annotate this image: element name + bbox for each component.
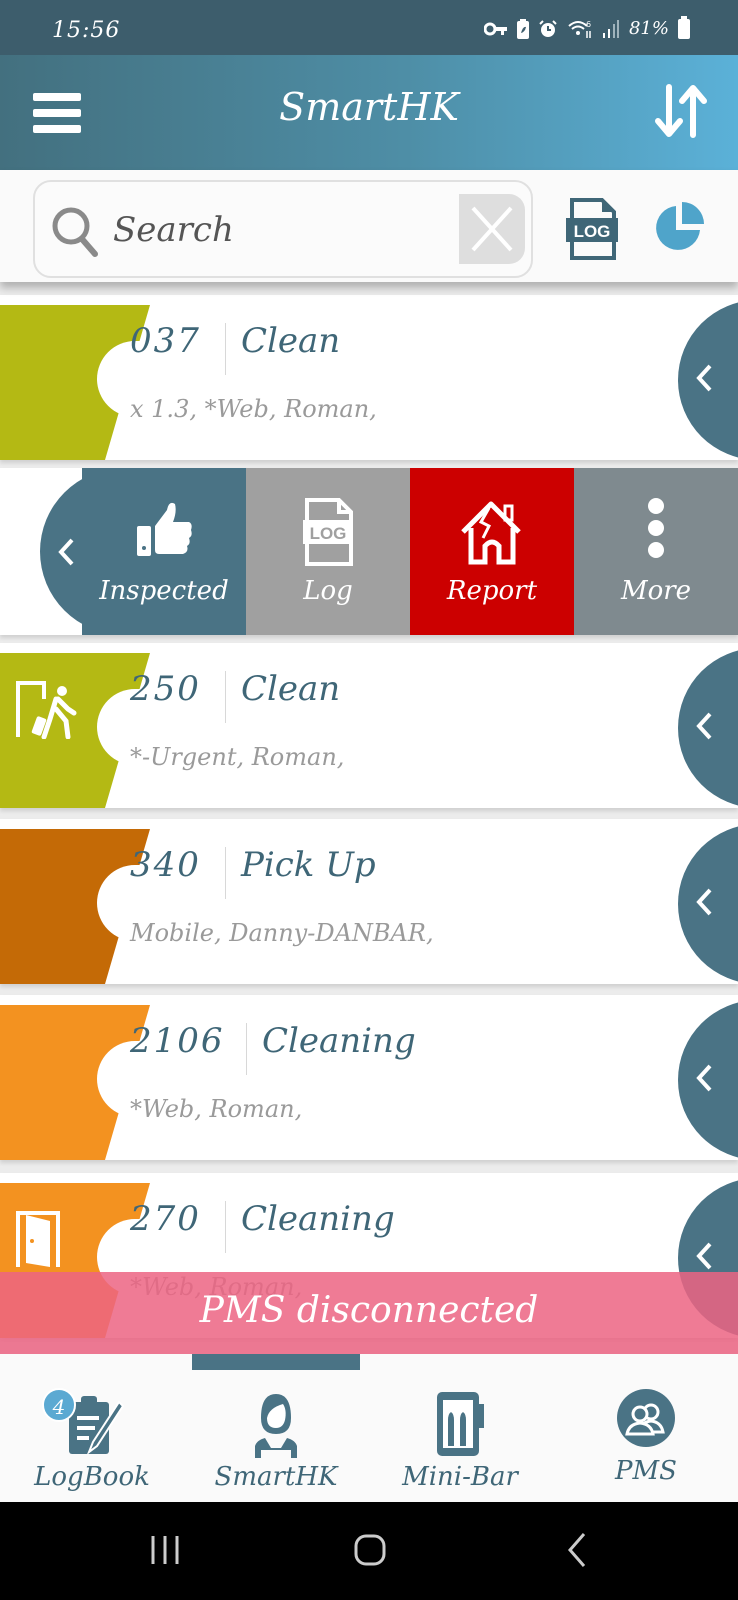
pms-disconnected-toast: PMS disconnected	[0, 1272, 738, 1354]
more-vertical-icon	[648, 498, 664, 558]
alarm-icon	[539, 19, 557, 37]
room-card[interactable]: 2106 Cleaning *Web, Roman,	[0, 995, 738, 1160]
close-icon	[471, 206, 513, 252]
chevron-left-icon	[696, 888, 712, 916]
swipe-open-button[interactable]	[678, 300, 738, 460]
battery-icon	[678, 15, 690, 39]
pms-users-icon	[617, 1389, 675, 1447]
swipe-open-button[interactable]	[678, 1000, 738, 1160]
room-status: Cleaning	[241, 1199, 395, 1239]
minibar-fridge-icon	[437, 1392, 484, 1456]
divider	[246, 1023, 247, 1075]
chevron-left-icon	[696, 364, 712, 392]
divider	[225, 671, 226, 723]
swipe-actions-row: Inspected LOG Log Report More	[0, 468, 738, 635]
app-bar: SmartHK	[0, 55, 738, 170]
search-input[interactable]	[113, 202, 443, 258]
housekeeper-icon	[255, 1394, 297, 1458]
action-label: Log	[303, 576, 353, 606]
thumbs-up-icon	[137, 502, 192, 556]
room-card[interactable]: 250 Clean *-Urgent, Roman,	[0, 643, 738, 808]
chevron-left-icon	[696, 1064, 712, 1092]
status-bar: 15:56 6 81%	[0, 0, 738, 55]
home-icon[interactable]	[352, 1530, 388, 1570]
battery-saver-icon	[516, 18, 529, 39]
report-action-button[interactable]: Report	[410, 468, 574, 635]
room-number: 037	[130, 321, 201, 361]
nav-item-minibar[interactable]: Mini-Bar	[368, 1374, 552, 1494]
nav-label: PMS	[615, 1456, 677, 1486]
signal-icon	[602, 19, 619, 38]
log-action-button[interactable]: LOG Log	[246, 468, 410, 635]
room-number: 340	[130, 845, 201, 885]
room-status: Cleaning	[262, 1021, 416, 1061]
nav-label: Mini-Bar	[402, 1462, 518, 1492]
sort-arrows-icon[interactable]	[654, 81, 708, 141]
more-action-button[interactable]: More	[574, 468, 738, 635]
room-details: Mobile, Danny-DANBAR,	[130, 919, 434, 947]
room-status: Pick Up	[241, 845, 376, 885]
action-label: More	[620, 576, 692, 606]
inspected-action-button[interactable]: Inspected	[82, 468, 246, 635]
log-file-icon: LOG	[303, 498, 353, 566]
divider	[225, 847, 226, 899]
battery-percent: 81%	[628, 18, 669, 39]
search-icon	[52, 207, 98, 257]
svg-text:6: 6	[586, 20, 591, 29]
swipe-open-button[interactable]	[678, 648, 738, 808]
logbook-badge: 4	[42, 1388, 76, 1422]
nav-item-logbook[interactable]: 4 LogBook	[0, 1374, 184, 1494]
room-status: Clean	[241, 321, 341, 361]
pie-chart-icon[interactable]	[652, 200, 706, 254]
guest-departure-icon	[16, 681, 77, 739]
room-details: *-Urgent, Roman,	[130, 743, 345, 771]
nav-label: LogBook	[34, 1462, 150, 1492]
active-tab-indicator	[192, 1354, 360, 1370]
back-icon[interactable]	[564, 1530, 590, 1570]
chevron-left-icon	[696, 1242, 712, 1270]
wifi-icon: 6	[568, 20, 591, 38]
vpn-key-icon	[483, 22, 507, 35]
status-icons: 6 81%	[483, 15, 690, 39]
log-button[interactable]: LOG	[566, 198, 618, 260]
room-number: 2106	[130, 1021, 225, 1061]
chevron-left-icon	[58, 538, 74, 566]
divider	[225, 1201, 226, 1253]
divider	[225, 323, 226, 375]
action-label: Inspected	[99, 576, 229, 606]
bottom-nav: 4 LogBook SmartHK Mini-Bar PMS	[0, 1354, 738, 1502]
room-number: 270	[130, 1199, 201, 1239]
nav-label: SmartHK	[214, 1462, 338, 1492]
app-title: SmartHK	[279, 85, 459, 129]
room-status: Clean	[241, 669, 341, 709]
search-box	[33, 180, 533, 278]
action-label: Report	[446, 576, 538, 606]
swipe-open-button[interactable]	[678, 824, 738, 984]
room-details: *Web, Roman,	[130, 1095, 303, 1123]
clear-search-button[interactable]	[459, 194, 525, 264]
chevron-left-icon	[696, 712, 712, 740]
nav-item-pms[interactable]: PMS	[554, 1374, 738, 1494]
room-details: x 1.3, *Web, Roman,	[130, 395, 377, 423]
open-door-icon	[16, 1211, 60, 1267]
search-row: LOG	[0, 170, 738, 282]
svg-text:LOG: LOG	[310, 524, 347, 543]
status-time: 15:56	[52, 18, 121, 43]
nav-item-smarthk[interactable]: SmartHK	[184, 1374, 368, 1494]
room-number: 250	[130, 669, 201, 709]
recent-apps-icon[interactable]	[148, 1530, 182, 1570]
broken-house-icon	[461, 501, 521, 565]
svg-text:LOG: LOG	[574, 222, 611, 241]
system-nav-bar	[0, 1502, 738, 1600]
room-card[interactable]: 340 Pick Up Mobile, Danny-DANBAR,	[0, 819, 738, 984]
room-card[interactable]: 037 Clean x 1.3, *Web, Roman,	[0, 295, 738, 460]
